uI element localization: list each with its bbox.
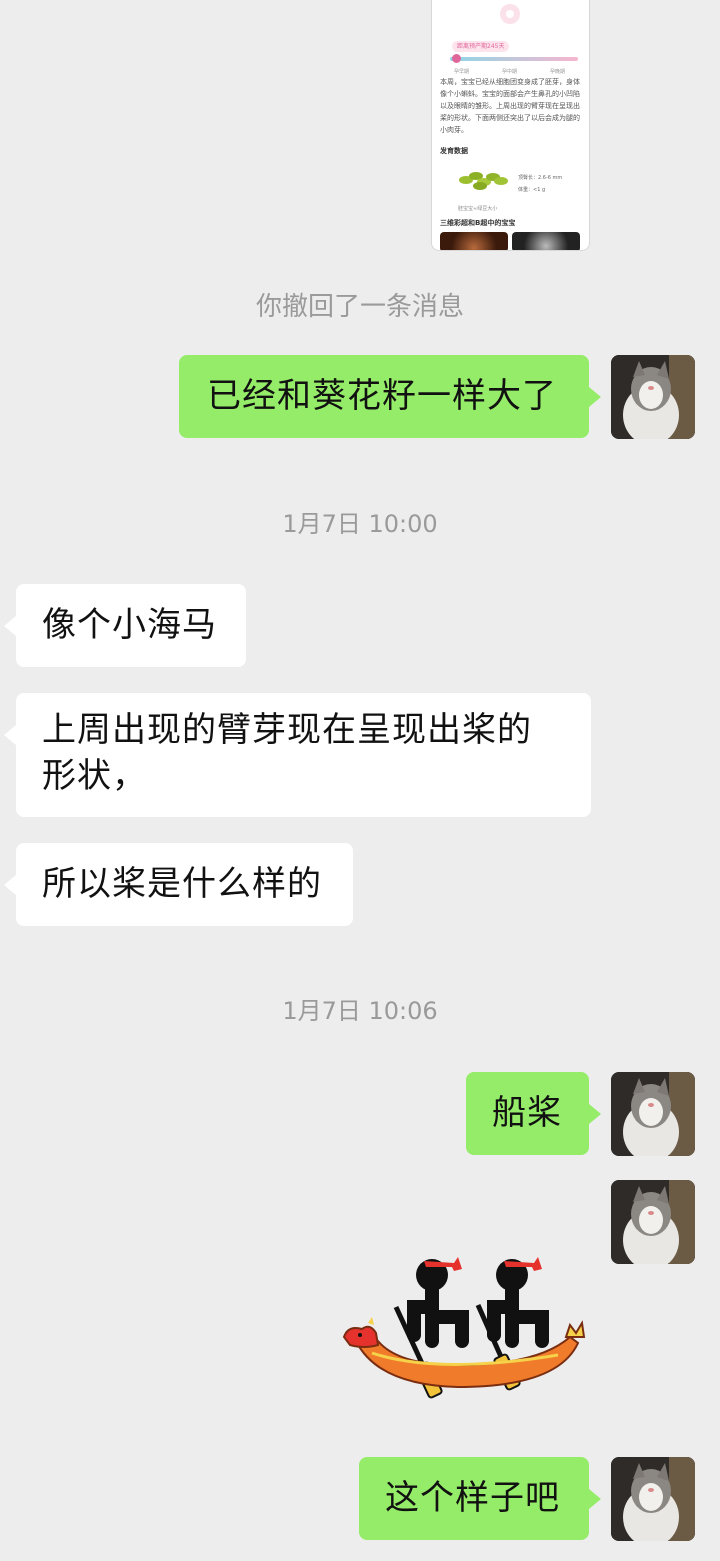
message-text: 已经和葵花籽一样大了 xyxy=(207,376,557,416)
dragon-boat-sticker-icon[interactable] xyxy=(338,1245,590,1405)
due-date-pill: 距离预产期245天 xyxy=(452,41,510,52)
message-bubble-received[interactable]: 像个小海马 xyxy=(4,584,246,667)
cat-avatar-icon xyxy=(611,1180,695,1264)
avatar[interactable] xyxy=(611,1072,695,1156)
cat-avatar-icon xyxy=(611,355,695,439)
message-text: 所以桨是什么样的 xyxy=(42,864,322,904)
card-section-ultrasound: 三维彩超和B超中的宝宝 xyxy=(440,219,516,227)
message-bubble-sent[interactable]: 这个样子吧 xyxy=(359,1457,601,1540)
message-bubble-received[interactable]: 所以桨是什么样的 xyxy=(4,843,353,926)
progress-track xyxy=(450,57,578,61)
avatar[interactable] xyxy=(611,1180,695,1264)
stat-length: 顶臀长：2.6-6 mm xyxy=(518,175,563,181)
timestamp: 1月7日 10:06 xyxy=(282,997,438,1025)
mung-beans-icon xyxy=(459,172,508,190)
progress-knob xyxy=(452,54,461,63)
message-text: 像个小海马 xyxy=(42,605,217,645)
message-bubble-sent[interactable]: 已经和葵花籽一样大了 xyxy=(179,355,601,438)
timestamp: 1月7日 10:00 xyxy=(282,510,438,538)
message-bubble-sent[interactable]: 船桨 xyxy=(466,1072,601,1155)
recalled-message-notice: 你撤回了一条消息 xyxy=(255,292,464,322)
message-text: 这个样子吧 xyxy=(385,1478,560,1518)
cat-avatar-icon xyxy=(611,1457,695,1541)
cat-avatar-icon xyxy=(611,1072,695,1156)
message-bubble-received[interactable]: 上周出现的臂芽现在呈现出桨的形状， xyxy=(4,693,591,817)
message-text: 船桨 xyxy=(492,1093,562,1133)
card-paragraph: 本周，宝宝已经从细胞团变身成了胚芽，身体像个小蝌蚪。宝宝的面部会产生鼻孔的小凹陷… xyxy=(440,78,580,134)
baby-logo-icon xyxy=(500,4,520,24)
shared-card-image[interactable]: 距离预产期245天 孕早期 孕中期 孕晚期 本周，宝宝已经从细胞团变身成了胚芽，… xyxy=(431,0,590,251)
ultrasound-b-image xyxy=(512,232,580,250)
card-caption: 胚宝宝≈绿豆大小 xyxy=(458,206,498,212)
avatar[interactable] xyxy=(611,355,695,439)
ultrasound-3d-image xyxy=(440,232,508,250)
message-text: 上周出现的臂芽现在呈现出桨的形状， xyxy=(42,710,532,796)
card-section-development: 发育数据 xyxy=(440,147,468,155)
card-stats: 顶臀长：2.6-6 mm 体重：<1 g xyxy=(518,172,562,196)
avatar[interactable] xyxy=(611,1457,695,1541)
stat-weight: 体重：<1 g xyxy=(518,187,546,193)
